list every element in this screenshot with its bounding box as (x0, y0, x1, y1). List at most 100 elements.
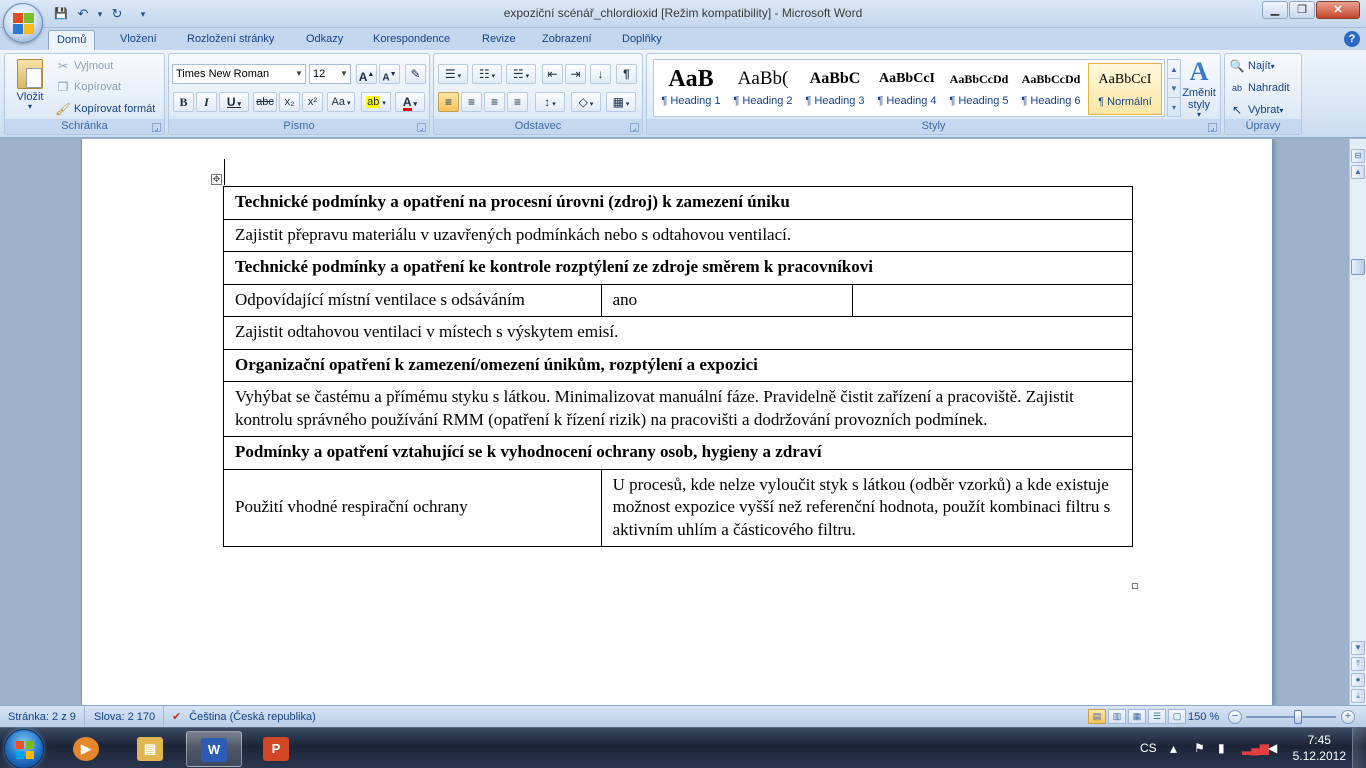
borders-button[interactable]: ▦ ▾ (606, 92, 636, 112)
table-cell[interactable]: Použití vhodné respirační ochrany (223, 468, 602, 547)
sort-button[interactable]: ↓ (590, 64, 611, 84)
table-cell[interactable]: U procesů, kde nelze vyloučit styk s lát… (600, 468, 1134, 547)
outline-view-icon[interactable]: ☰ (1148, 709, 1166, 724)
bold-button[interactable]: B (173, 92, 194, 112)
style-normal[interactable]: AaBbCcI ¶ Normální (1088, 63, 1162, 115)
scrollbar-thumb[interactable] (1351, 259, 1365, 275)
clear-formatting-button[interactable]: ✎ (405, 64, 426, 84)
numbering-button[interactable]: ☷ ▾ (472, 64, 502, 84)
font-color-button[interactable]: A ▾ (395, 92, 425, 112)
line-spacing-button[interactable]: ↕ ▾ (535, 92, 565, 112)
arrow-up-icon[interactable]: ▴ (1170, 728, 1177, 768)
find-button[interactable]: 🔍 Najít▾ (1229, 56, 1275, 76)
styles-launcher-icon[interactable]: ⌟ (1208, 123, 1217, 132)
start-button[interactable] (4, 729, 44, 768)
tab-insert[interactable]: Vložení (112, 30, 165, 50)
volume-icon[interactable]: ◀ (1268, 728, 1277, 768)
web-layout-view-icon[interactable]: ▦ (1128, 709, 1146, 724)
underline-button[interactable]: U ▾ (219, 92, 249, 112)
clipboard-launcher-icon[interactable]: ⌟ (152, 123, 161, 132)
style-heading-5[interactable]: AaBbCcDd ¶ Heading 5 (944, 63, 1014, 115)
font-size-combo[interactable]: 12 ▼ (309, 64, 351, 84)
style-heading-4[interactable]: AaBbCcI ¶ Heading 4 (872, 63, 942, 115)
italic-button[interactable]: I (196, 92, 217, 112)
proofing-status[interactable]: ✔ Čeština (Česká republika) (164, 706, 324, 728)
superscript-button[interactable]: x² (302, 92, 323, 112)
print-layout-view-icon[interactable]: ▤ (1088, 709, 1106, 724)
bullets-button[interactable]: ☰ ▾ (438, 64, 468, 84)
flag-icon[interactable]: ⚑ (1194, 728, 1205, 768)
subscript-button[interactable]: x₂ (279, 92, 300, 112)
table-cell[interactable]: Technické podmínky a opatření na procesn… (223, 186, 1133, 220)
taskbar-explorer[interactable]: ▤ (122, 731, 178, 767)
decrease-indent-button[interactable]: ⇤ (542, 64, 563, 84)
table-resize-handle[interactable] (1132, 583, 1138, 589)
tab-mailings[interactable]: Korespondence (365, 30, 458, 50)
align-center-button[interactable]: ≡ (461, 92, 482, 112)
font-name-combo[interactable]: Times New Roman ▼ (172, 64, 306, 84)
help-icon[interactable]: ? (1344, 31, 1360, 47)
style-heading-2[interactable]: AaBb( ¶ Heading 2 (728, 63, 798, 115)
restore-button[interactable]: ❐ (1289, 1, 1315, 19)
tab-page-layout[interactable]: Rozložení stránky (179, 30, 282, 50)
align-left-button[interactable]: ≡ (438, 92, 459, 112)
battery-icon[interactable]: ▮ (1218, 728, 1225, 768)
copy-button[interactable]: ❐ Kopírovat (55, 77, 121, 97)
word-count[interactable]: Slova: 2 170 (86, 706, 165, 728)
increase-indent-button[interactable]: ⇥ (565, 64, 586, 84)
clock[interactable]: 7:45 5.12.2012 (1293, 732, 1346, 764)
style-heading-6[interactable]: AaBbCcDd ¶ Heading 6 (1016, 63, 1086, 115)
strikethrough-button[interactable]: abc (253, 92, 277, 112)
cut-button[interactable]: ✂ Vyjmout (55, 56, 113, 76)
table-cell[interactable]: Podmínky a opatření vztahující se k vyho… (223, 436, 1133, 470)
taskbar-powerpoint[interactable]: P (248, 731, 304, 767)
paste-button[interactable]: Vložit ▾ (9, 57, 51, 119)
replace-button[interactable]: ab Nahradit (1229, 78, 1290, 98)
scroll-down-icon[interactable]: ▼ (1351, 641, 1365, 655)
change-case-button[interactable]: Aa ▾ (327, 92, 355, 112)
network-icon[interactable]: ▂▄▆ (1242, 728, 1269, 768)
highlight-button[interactable]: ab ▾ (361, 92, 391, 112)
table-cell[interactable]: ano (600, 283, 854, 317)
tab-home[interactable]: Domů (48, 30, 96, 50)
close-button[interactable]: ✕ (1316, 1, 1360, 19)
table-cell[interactable]: Organizační opatření k zamezení/omezení … (223, 348, 1133, 382)
change-styles-button[interactable]: A Změnit styly ▾ (1177, 57, 1221, 119)
taskbar-word[interactable]: W (186, 731, 242, 767)
zoom-out-button[interactable]: − (1228, 710, 1242, 724)
table-cell[interactable]: Zajistit přepravu materiálu v uzavřených… (223, 218, 1133, 252)
show-desktop-button[interactable] (1352, 728, 1366, 768)
table-cell[interactable]: Zajistit odtahovou ventilaci v místech s… (223, 316, 1133, 350)
select-button[interactable]: ↖ Vybrat▾ (1229, 100, 1283, 120)
page-indicator[interactable]: Stránka: 2 z 9 (0, 706, 85, 728)
table-cell[interactable]: Technické podmínky a opatření ke kontrol… (223, 251, 1133, 285)
table-cell[interactable]: Odpovídající místní ventilace s odsávání… (223, 283, 602, 317)
table-cell[interactable]: Vyhýbat se častému a přímému styku s lát… (223, 381, 1133, 437)
office-button[interactable] (3, 3, 43, 43)
document-page[interactable]: ✥ Technické podmínky a opatření na proce… (81, 139, 1273, 705)
scroll-up-icon[interactable]: ▲ (1351, 165, 1365, 179)
multilevel-list-button[interactable]: ☵ ▾ (506, 64, 536, 84)
table-cell[interactable] (852, 283, 1133, 317)
tab-review[interactable]: Revize (474, 30, 524, 50)
vertical-scrollbar[interactable]: ⊟ ▲ ▼ ⤒ ● ⤓ (1349, 139, 1366, 705)
grow-font-button[interactable]: A▲ (356, 64, 377, 84)
zoom-in-button[interactable]: + (1341, 710, 1355, 724)
tab-addins[interactable]: Doplňky (614, 30, 670, 50)
taskbar-media-player[interactable]: ▶ (58, 731, 114, 767)
paragraph-launcher-icon[interactable]: ⌟ (630, 123, 639, 132)
style-heading-1[interactable]: AaB ¶ Heading 1 (656, 63, 726, 115)
justify-button[interactable]: ≡ (507, 92, 528, 112)
shading-button[interactable]: ◇ ▾ (571, 92, 601, 112)
zoom-slider[interactable] (1246, 716, 1336, 718)
minimize-button[interactable]: ▁ (1262, 1, 1288, 19)
style-heading-3[interactable]: AaBbC ¶ Heading 3 (800, 63, 870, 115)
input-language[interactable]: CS (1140, 728, 1157, 768)
browse-object-icon[interactable]: ● (1351, 673, 1365, 687)
full-screen-view-icon[interactable]: ▥ (1108, 709, 1126, 724)
shrink-font-button[interactable]: A▼ (379, 64, 400, 84)
table-move-handle-icon[interactable]: ✥ (211, 174, 222, 185)
font-launcher-icon[interactable]: ⌟ (417, 123, 426, 132)
show-marks-button[interactable]: ¶ (616, 64, 637, 84)
format-painter-button[interactable]: 🖌 Kopírovat formát (55, 99, 155, 119)
